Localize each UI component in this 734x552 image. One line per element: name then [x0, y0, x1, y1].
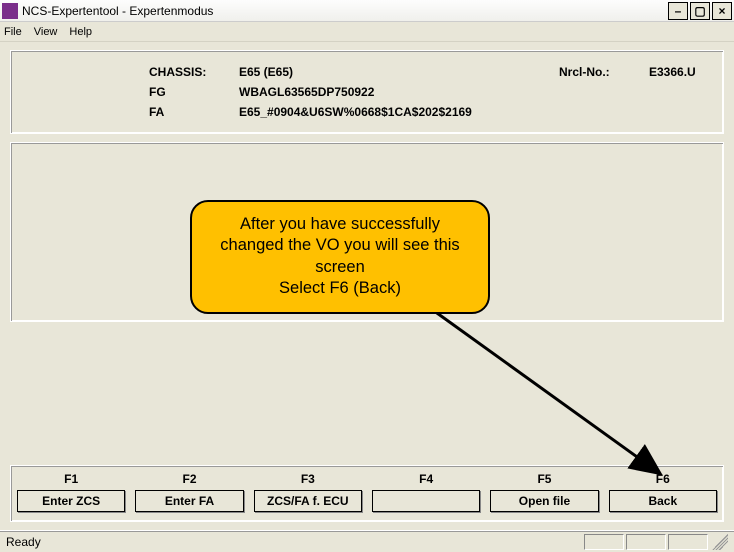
fg-label: FG	[149, 85, 239, 99]
fkey-label: F5	[490, 472, 598, 486]
title-bar: NCS-Expertentool - Expertenmodus – ▢ ×	[0, 0, 734, 22]
status-cell	[626, 534, 666, 550]
status-cell	[584, 534, 624, 550]
fa-label: FA	[149, 105, 239, 119]
callout-line: After you have successfully	[208, 214, 472, 235]
maximize-button[interactable]: ▢	[690, 2, 710, 20]
nrcl-value: E3366.U	[649, 65, 734, 79]
window-title: NCS-Expertentool - Expertenmodus	[22, 4, 666, 18]
status-cell	[668, 534, 708, 550]
annotation-callout: After you have successfully changed the …	[190, 200, 490, 314]
app-icon	[2, 3, 18, 19]
fkey-label: F2	[135, 472, 243, 486]
fg-value: WBAGL63565DP750922	[239, 85, 559, 99]
chassis-value: E65 (E65)	[239, 65, 559, 79]
menu-view[interactable]: View	[34, 26, 58, 38]
function-key-bar: F1 Enter ZCS F2 Enter FA F3 ZCS/FA f. EC…	[10, 465, 724, 522]
callout-line: changed the VO you will see this	[208, 235, 472, 256]
f5-button[interactable]: Open file	[490, 490, 598, 512]
callout-line: Select F6 (Back)	[208, 278, 472, 299]
f2-button[interactable]: Enter FA	[135, 490, 243, 512]
f1-button[interactable]: Enter ZCS	[17, 490, 125, 512]
f3-button[interactable]: ZCS/FA f. ECU	[254, 490, 362, 512]
menu-file[interactable]: File	[4, 26, 22, 38]
minimize-button[interactable]: –	[668, 2, 688, 20]
f4-button[interactable]	[372, 490, 480, 512]
fkey-label: F3	[254, 472, 362, 486]
fa-value: E65_#0904&U6SW%0668$1CA$202$2169	[239, 105, 559, 119]
chassis-label: CHASSIS:	[149, 65, 239, 79]
fkey-label: F6	[609, 472, 717, 486]
fkey-label: F1	[17, 472, 125, 486]
status-text: Ready	[6, 535, 41, 549]
callout-line: screen	[208, 257, 472, 278]
close-button[interactable]: ×	[712, 2, 732, 20]
fkey-label: F4	[372, 472, 480, 486]
resize-grip-icon[interactable]	[712, 534, 728, 550]
menu-help[interactable]: Help	[69, 26, 92, 38]
f6-button[interactable]: Back	[609, 490, 717, 512]
menu-bar: File View Help	[0, 22, 734, 42]
nrcl-label: Nrcl-No.:	[559, 65, 649, 79]
status-bar: Ready	[0, 530, 734, 552]
info-panel: CHASSIS: E65 (E65) Nrcl-No.: E3366.U FG …	[10, 50, 724, 134]
